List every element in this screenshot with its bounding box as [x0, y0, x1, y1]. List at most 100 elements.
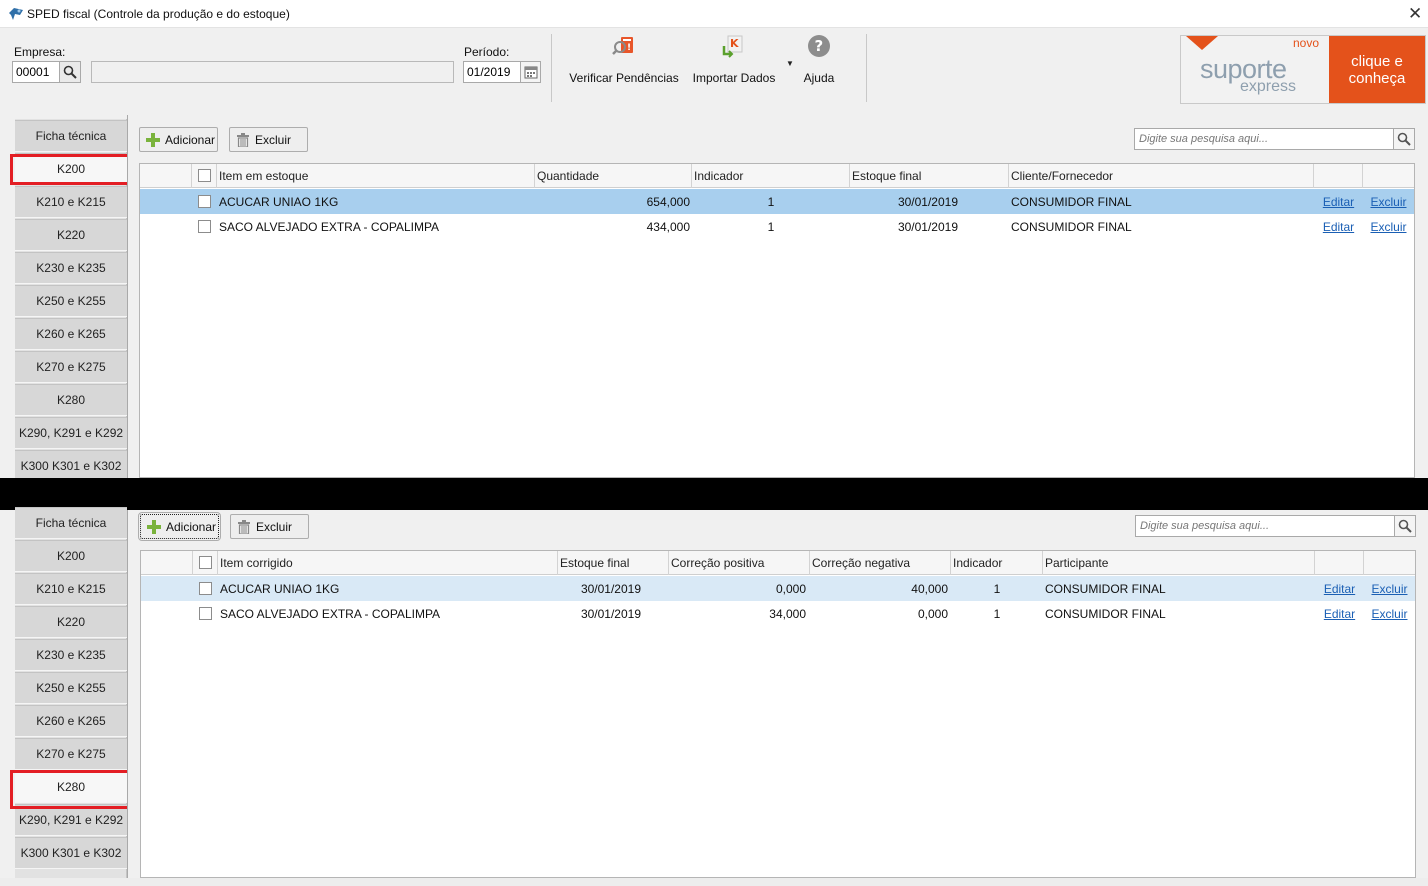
empresa-code-input[interactable] — [12, 61, 60, 83]
header-edit-col — [1314, 164, 1363, 188]
banner-cta[interactable]: clique e conheça — [1329, 36, 1425, 103]
header-edit-col — [1315, 551, 1364, 575]
close-icon[interactable]: ✕ — [1408, 4, 1422, 24]
select-all-checkbox[interactable] — [198, 169, 211, 182]
side-tab-k260-e-k265[interactable]: K260 e K265 — [15, 705, 127, 737]
screenshot-divider — [0, 478, 1428, 510]
side-tab-k200[interactable]: K200 — [15, 540, 127, 572]
periodo-input[interactable] — [463, 61, 521, 83]
delete-link[interactable]: Excluir — [1364, 601, 1415, 626]
table-row[interactable]: ACUCAR UNIAO 1KG 654,000 1 30/01/2019 CO… — [140, 189, 1414, 214]
column-header[interactable]: Quantidade — [535, 164, 692, 188]
edit-link[interactable]: Editar — [1314, 214, 1363, 239]
empresa-search-button[interactable] — [59, 61, 81, 83]
cell-estoque-final: 30/01/2019 — [897, 195, 958, 209]
delete-link[interactable]: Excluir — [1363, 189, 1414, 214]
side-tab-k250-e-k255[interactable]: K250 e K255 — [15, 672, 127, 704]
column-header[interactable]: Item em estoque — [217, 164, 535, 188]
cell-indicador: 1 — [767, 195, 775, 209]
delete-link[interactable]: Excluir — [1363, 214, 1414, 239]
column-header[interactable]: Indicador — [692, 164, 850, 188]
side-tab-ficha-t-cnica[interactable]: Ficha técnica — [15, 507, 127, 539]
column-header[interactable]: Item corrigido — [218, 551, 558, 575]
header-spacer — [141, 551, 193, 575]
cell-item: ACUCAR UNIAO 1KG — [220, 582, 340, 596]
banner-triangle-decoration — [1186, 36, 1218, 50]
add-button-label: Adicionar — [166, 519, 217, 534]
verificar-pendencias-button[interactable]: ! Verificar Pendências — [566, 34, 682, 94]
header-spacer — [140, 164, 192, 188]
importar-dados-button[interactable]: K Importar Dados — [688, 34, 780, 94]
app-logo-icon — [9, 8, 23, 20]
row-checkbox[interactable] — [199, 582, 212, 595]
column-header[interactable]: Indicador — [951, 551, 1043, 575]
table-row[interactable]: SACO ALVEJADO EXTRA - COPALIMPA 434,000 … — [140, 214, 1414, 239]
column-header[interactable]: Correção positiva — [669, 551, 810, 575]
table-row[interactable]: ACUCAR UNIAO 1KG 30/01/2019 0,000 40,000… — [141, 576, 1415, 601]
delete-link[interactable]: Excluir — [1364, 576, 1415, 601]
window-title: SPED fiscal (Controle da produção e do e… — [27, 7, 290, 21]
side-tab-k230-e-k235[interactable]: K230 e K235 — [15, 252, 127, 284]
edit-link[interactable]: Editar — [1315, 576, 1364, 601]
highlight-box-k280 — [10, 770, 133, 809]
side-tab-k260-e-k265[interactable]: K260 e K265 — [15, 318, 127, 350]
row-checkbox[interactable] — [198, 220, 211, 233]
ajuda-label: Ajuda — [803, 71, 835, 85]
plus-icon — [146, 132, 160, 147]
edit-link[interactable]: Editar — [1315, 601, 1364, 626]
calendar-button[interactable] — [520, 61, 541, 83]
side-tab-k300-k301-e-k302[interactable]: K300 K301 e K302 — [15, 837, 127, 869]
column-header[interactable]: Correção negativa — [810, 551, 951, 575]
header-select-all[interactable] — [193, 551, 218, 575]
side-tab-k210-e-k215[interactable]: K210 e K215 — [15, 573, 127, 605]
edit-link[interactable]: Editar — [1314, 189, 1363, 214]
cell-cliente: CONSUMIDOR FINAL — [1011, 195, 1132, 209]
ajuda-button[interactable]: ? Ajuda — [798, 34, 840, 94]
side-tab-k210-e-k215[interactable]: K210 e K215 — [15, 186, 127, 218]
toolbar-separator — [866, 34, 867, 102]
select-all-checkbox[interactable] — [199, 556, 212, 569]
importar-dropdown-arrow-icon[interactable]: ▼ — [786, 59, 794, 68]
verificar-pendencias-label: Verificar Pendências — [569, 71, 679, 85]
cell-indicador: 1 — [993, 582, 1001, 596]
side-tab-k280[interactable]: K280 — [15, 384, 127, 416]
add-button[interactable]: Adicionar — [138, 512, 221, 541]
search-icon — [1397, 132, 1411, 146]
row-checkbox[interactable] — [199, 607, 212, 620]
table-row[interactable]: SACO ALVEJADO EXTRA - COPALIMPA 30/01/20… — [141, 601, 1415, 626]
header-delete-col — [1363, 164, 1414, 188]
side-tab-k220[interactable]: K220 — [15, 606, 127, 638]
side-tab-k220[interactable]: K220 — [15, 219, 127, 251]
help-icon: ? — [808, 35, 830, 57]
side-tab-k270-e-k275[interactable]: K270 e K275 — [15, 351, 127, 383]
cell-quantidade: 434,000 — [646, 220, 690, 234]
column-header[interactable]: Estoque final — [850, 164, 1009, 188]
add-button[interactable]: Adicionar — [139, 127, 218, 152]
cell-estoque-final: 30/01/2019 — [897, 220, 958, 234]
delete-button[interactable]: Excluir — [229, 127, 308, 152]
search-button[interactable] — [1394, 515, 1416, 537]
side-tab-k230-e-k235[interactable]: K230 e K235 — [15, 639, 127, 671]
column-header[interactable]: Participante — [1043, 551, 1315, 575]
search-button[interactable] — [1393, 128, 1415, 150]
cell-correcao-positiva: 0,000 — [775, 582, 806, 596]
side-tab-k250-e-k255[interactable]: K250 e K255 — [15, 285, 127, 317]
cell-estoque-final: 30/01/2019 — [580, 582, 641, 596]
cell-correcao-positiva: 34,000 — [769, 607, 806, 621]
empresa-label: Empresa: — [14, 45, 66, 59]
side-tab-k290-k291-e-k292[interactable]: K290, K291 e K292 — [15, 417, 127, 449]
calendar-icon — [524, 66, 537, 79]
row-checkbox[interactable] — [198, 195, 211, 208]
cell-correcao-negativa: 0,000 — [917, 607, 948, 621]
delete-button[interactable]: Excluir — [230, 514, 309, 539]
cell-item: ACUCAR UNIAO 1KG — [219, 195, 339, 209]
side-tab-ficha-t-cnica[interactable]: Ficha técnica — [15, 120, 127, 152]
column-header[interactable]: Estoque final — [558, 551, 669, 575]
cell-indicador: 1 — [993, 607, 1001, 621]
side-tab-k270-e-k275[interactable]: K270 e K275 — [15, 738, 127, 770]
empresa-name-field — [91, 61, 454, 83]
header-select-all[interactable] — [192, 164, 217, 188]
search-input[interactable]: Digite sua pesquisa aqui... — [1135, 515, 1395, 537]
column-header[interactable]: Cliente/Fornecedor — [1009, 164, 1314, 188]
search-input[interactable]: Digite sua pesquisa aqui... — [1134, 128, 1394, 150]
